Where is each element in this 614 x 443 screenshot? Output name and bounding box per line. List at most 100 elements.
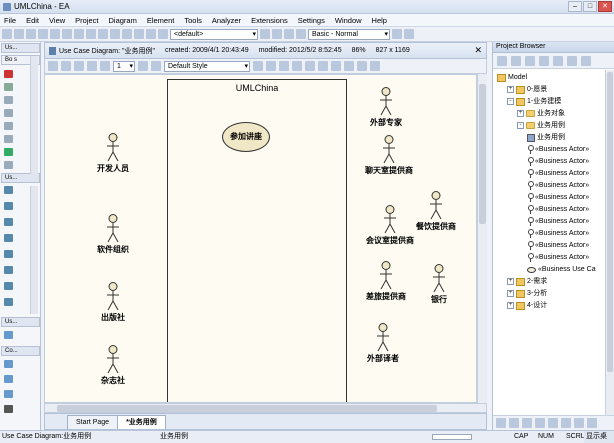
actor[interactable]: 杂志社 xyxy=(89,345,137,386)
element-icon[interactable] xyxy=(4,135,13,143)
toolbox-section-header[interactable]: Us... xyxy=(1,317,40,327)
settings-icon[interactable] xyxy=(296,29,306,39)
element-icon[interactable] xyxy=(4,390,13,398)
undo-icon[interactable] xyxy=(74,29,84,39)
tree-item[interactable]: «Business Use Ca xyxy=(527,264,596,275)
menu-settings[interactable]: Settings xyxy=(298,16,325,25)
menu-view[interactable]: View xyxy=(49,16,65,25)
highlight-icon[interactable] xyxy=(253,61,263,71)
tree-item[interactable]: +0-愿景 xyxy=(507,84,547,95)
paste-icon[interactable] xyxy=(62,29,72,39)
tree-item[interactable]: + 业务对象 xyxy=(517,108,565,119)
delete-icon[interactable] xyxy=(370,61,380,71)
project-browser-scrollbar[interactable] xyxy=(605,70,614,415)
actor[interactable]: 外部译者 xyxy=(355,323,411,364)
scroll-thumb[interactable] xyxy=(57,405,437,412)
tree-item[interactable]: +3-分析 xyxy=(507,288,547,299)
canvas-horizontal-scrollbar[interactable] xyxy=(44,403,487,413)
layout-icon[interactable] xyxy=(279,61,289,71)
close-button[interactable]: ✕ xyxy=(598,1,612,12)
system-boundary[interactable]: UMLChina 参加讲座 xyxy=(167,79,347,402)
move-down-icon[interactable] xyxy=(553,55,563,66)
menu-element[interactable]: Element xyxy=(147,16,175,25)
toolbox-scrollbar[interactable] xyxy=(30,56,38,174)
element-icon[interactable] xyxy=(4,331,13,339)
scroll-thumb[interactable] xyxy=(607,72,613,372)
line-color-icon[interactable] xyxy=(74,61,84,71)
tree-item[interactable]: «Business Actor» xyxy=(527,240,589,251)
layout-icon[interactable] xyxy=(357,61,367,71)
zoom-slider[interactable] xyxy=(432,434,472,440)
element-icon[interactable] xyxy=(4,375,13,383)
workspace-combo[interactable]: Basic - Normal xyxy=(308,28,390,40)
actor[interactable]: 软件组织 xyxy=(89,214,137,255)
new-diagram-icon[interactable] xyxy=(511,55,521,66)
menu-help[interactable]: Help xyxy=(372,16,387,25)
layout-icon[interactable] xyxy=(305,61,315,71)
format-icon[interactable] xyxy=(151,61,161,71)
tree-item[interactable]: - 1-业务建模 xyxy=(507,96,561,107)
tab-start-page[interactable]: Start Page xyxy=(67,415,119,429)
collapse-icon[interactable]: - xyxy=(507,98,514,105)
tree-item[interactable]: «Business Actor» xyxy=(527,192,589,203)
tab-business-use-case[interactable]: *业务用例 xyxy=(117,415,166,429)
minimize-button[interactable]: – xyxy=(568,1,582,12)
tree-item[interactable]: «Business Actor» xyxy=(527,156,589,167)
tree-item[interactable]: «Business Actor» xyxy=(527,252,589,263)
line-width-icon[interactable] xyxy=(87,61,97,71)
element-icon[interactable] xyxy=(4,83,13,91)
actor[interactable]: 聊天室提供商 xyxy=(353,135,425,176)
layout-icon[interactable] xyxy=(292,61,302,71)
tab-icon[interactable] xyxy=(574,418,584,428)
element-icon[interactable] xyxy=(4,109,13,117)
open-icon[interactable] xyxy=(14,29,24,39)
menu-project[interactable]: Project xyxy=(75,16,98,25)
element-icon[interactable] xyxy=(4,148,13,156)
nav-forward-icon[interactable] xyxy=(272,29,282,39)
menu-file[interactable]: File xyxy=(4,16,16,25)
maximize-button[interactable]: □ xyxy=(583,1,597,12)
zoom-icon[interactable] xyxy=(134,29,144,39)
new-icon[interactable] xyxy=(2,29,12,39)
use-case[interactable]: 参加讲座 xyxy=(222,122,270,152)
tab-icon[interactable] xyxy=(548,418,558,428)
connector-icon[interactable] xyxy=(4,250,13,258)
tree-item[interactable]: +4-设计 xyxy=(507,300,547,311)
actor[interactable]: 银行 xyxy=(423,264,455,305)
connector-icon[interactable] xyxy=(4,266,13,274)
cut-icon[interactable] xyxy=(38,29,48,39)
connector-icon[interactable] xyxy=(4,186,13,194)
expand-icon[interactable]: + xyxy=(507,302,514,309)
help-icon[interactable] xyxy=(404,29,414,39)
perspective-combo[interactable]: <default> xyxy=(170,28,258,40)
expand-icon[interactable]: + xyxy=(507,86,514,93)
new-package-icon[interactable] xyxy=(497,55,507,66)
actor[interactable]: 出版社 xyxy=(89,282,137,323)
tab-icon[interactable] xyxy=(522,418,532,428)
element-icon[interactable] xyxy=(4,122,13,130)
align-icon[interactable] xyxy=(100,61,110,71)
tree-item[interactable]: Model xyxy=(497,72,527,83)
tree-item[interactable]: «Business Actor» xyxy=(527,204,589,215)
tree-item[interactable]: +2-需求 xyxy=(507,276,547,287)
menu-icon[interactable] xyxy=(581,55,591,66)
tree-item[interactable]: «Business Actor» xyxy=(527,168,589,179)
connector-icon[interactable] xyxy=(4,234,13,242)
tab-icon[interactable] xyxy=(561,418,571,428)
style-combo[interactable]: Default Style xyxy=(164,60,250,72)
toolbox-section-header[interactable]: Us... xyxy=(1,43,40,53)
redo-icon[interactable] xyxy=(86,29,96,39)
toolbox-scrollbar[interactable] xyxy=(30,186,38,314)
menu-diagram[interactable]: Diagram xyxy=(109,16,137,25)
expand-icon[interactable]: + xyxy=(517,110,524,117)
tab-icon[interactable] xyxy=(496,418,506,428)
element-icon[interactable] xyxy=(4,360,13,368)
diagram-canvas[interactable]: UMLChina 参加讲座 开发人员 软件组织 出版社 杂志社 外部专家 聊天室… xyxy=(44,74,477,403)
tree-item[interactable]: «Business Actor» xyxy=(527,216,589,227)
show-desktop-button[interactable]: 显示桌面 xyxy=(584,431,614,443)
toolbox-section-header[interactable]: Us... xyxy=(1,173,40,183)
actor[interactable]: 开发人员 xyxy=(89,133,137,174)
menu-analyzer[interactable]: Analyzer xyxy=(212,16,241,25)
text-icon[interactable] xyxy=(4,405,13,413)
layout-icon[interactable] xyxy=(331,61,341,71)
